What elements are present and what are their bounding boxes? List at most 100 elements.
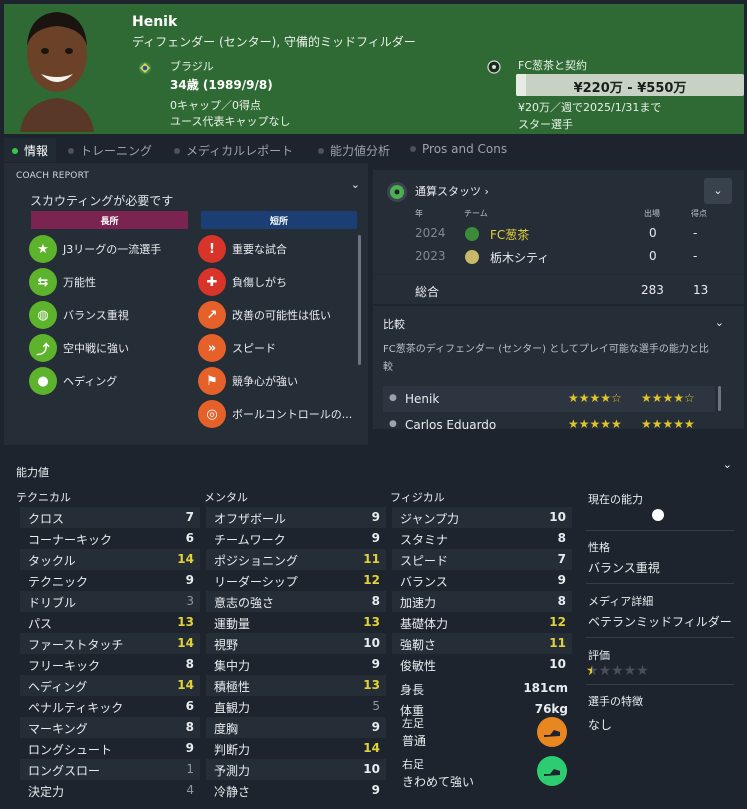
attribute-value: 9 (185, 741, 194, 755)
star-icon: ★ (29, 235, 57, 263)
attribute-row[interactable]: 決定力 4 (20, 780, 200, 801)
table-row[interactable]: 2024 FC葱茶 0 - (373, 223, 744, 245)
attribute-row[interactable]: パス 13 (20, 612, 200, 633)
attribute-row[interactable]: 度胸 9 (206, 717, 386, 738)
attribute-row[interactable]: タックル 14 (20, 549, 200, 570)
attribute-row[interactable]: 冷静さ 9 (206, 780, 386, 801)
attribute-row[interactable]: リーダーシップ 12 (206, 570, 386, 591)
attribute-row[interactable]: 加速力 8 (392, 591, 572, 612)
tab-attribute-analysis[interactable]: 能力値分析 (318, 138, 390, 162)
technical-header: テクニカル (16, 491, 71, 504)
attribute-value: 13 (363, 678, 380, 692)
attribute-value: 3 (186, 594, 194, 608)
tab-pros-and-cons[interactable]: Pros and Cons (410, 138, 507, 162)
personality-label: 性格 (588, 541, 610, 554)
attribute-row[interactable]: チームワーク 9 (206, 528, 386, 549)
player-nationality[interactable]: ブラジル (170, 58, 214, 74)
attribute-name: マーキング (28, 722, 88, 736)
player-position: ディフェンダー (センター), 守備的ミッドフィルダー (132, 35, 416, 49)
attribute-row[interactable]: ファーストタッチ 14 (20, 633, 200, 654)
attribute-row[interactable]: 意志の強さ 8 (206, 591, 386, 612)
attribute-row[interactable]: 視野 10 (206, 633, 386, 654)
media-label: メディア詳細 (588, 595, 654, 608)
scrollbar[interactable] (358, 235, 361, 365)
attribute-row[interactable]: 集中力 9 (206, 654, 386, 675)
star-rating: ★★★★★ (641, 417, 695, 429)
chevron-right-icon: › (484, 185, 489, 198)
scrollbar[interactable] (718, 386, 721, 411)
career-stats-panel: 通算スタッツ › ⌄ 年 チーム 出場 得点 2024 FC葱茶 0 - 202… (373, 170, 744, 304)
attribute-row[interactable]: 俊敏性 10 (392, 654, 572, 675)
comparison-title: 比較 (383, 318, 405, 331)
table-row[interactable]: 2023 栃木シティ 0 - (373, 246, 744, 268)
attribute-row[interactable]: 判断力 14 (206, 738, 386, 759)
traits-label: 選手の特徴 (588, 695, 643, 708)
attribute-name: 直観力 (214, 701, 251, 715)
contract-club[interactable]: FC葱茶と契約 (518, 57, 587, 73)
strengths-header: 長所 (31, 211, 188, 229)
attribute-value: 10 (363, 762, 380, 776)
star-rating: ★★★★★ (568, 417, 622, 429)
comparison-row[interactable]: ● Henik ★★★★☆ ★★★★☆ (383, 386, 715, 412)
attribute-row[interactable]: スピード 7 (392, 549, 572, 570)
attribute-value: 10 (549, 510, 566, 524)
attribute-row[interactable]: 予測力 10 (206, 759, 386, 780)
attribute-value: 8 (557, 594, 566, 608)
tab-training[interactable]: トレーニング (68, 138, 152, 162)
attribute-row[interactable]: ジャンプ力 10 (392, 507, 572, 528)
attribute-row[interactable]: 強靭さ 11 (392, 633, 572, 654)
football-icon (387, 182, 407, 202)
attribute-row[interactable]: 基礎体力 12 (392, 612, 572, 633)
attribute-row[interactable]: ドリブル 3 (20, 591, 200, 612)
attribute-value: 7 (185, 510, 194, 524)
attribute-row[interactable]: スタミナ 8 (392, 528, 572, 549)
attribute-row[interactable]: ロングシュート 9 (20, 738, 200, 759)
attribute-row[interactable]: コーナーキック 6 (20, 528, 200, 549)
career-stats-title[interactable]: 通算スタッツ › (415, 183, 489, 199)
attribute-value: 8 (371, 594, 380, 608)
chevron-down-icon[interactable]: ⌄ (351, 178, 360, 191)
chevron-down-icon[interactable]: ⌄ (704, 178, 732, 204)
international-caps: 0キャップ／0得点 (170, 99, 261, 112)
attribute-row[interactable]: ポジショニング 11 (206, 549, 386, 570)
attribute-row[interactable]: ヘディング 14 (20, 675, 200, 696)
attribute-name: 度胸 (214, 722, 239, 736)
attribute-row[interactable]: テクニック 9 (20, 570, 200, 591)
attribute-row[interactable]: クロス 7 (20, 507, 200, 528)
current-ability-label: 現在の能力 (588, 493, 643, 506)
attribute-row[interactable]: 直観力 5 (206, 696, 386, 717)
versatility-icon: ⇆ (29, 268, 57, 296)
attribute-value: 6 (185, 699, 194, 713)
media-value: ベテランミッドフィルダー (588, 615, 732, 629)
attribute-row[interactable]: ロングスロー 1 (20, 759, 200, 780)
attribute-row[interactable]: 運動量 13 (206, 612, 386, 633)
attribute-value: 9 (185, 573, 194, 587)
chevron-down-icon[interactable]: ⌄ (723, 458, 732, 471)
tab-indicator-icon (12, 148, 18, 154)
player-name: Henik (132, 14, 178, 30)
attribute-value: 8 (185, 657, 194, 671)
attribute-name: オフザボール (214, 512, 287, 526)
attribute-value: 13 (177, 615, 194, 629)
attribute-row[interactable]: オフザボール 9 (206, 507, 386, 528)
tab-info[interactable]: 情報 (4, 138, 56, 162)
attribute-name: ヘディング (28, 680, 88, 694)
height-row: 身長 181cm (400, 681, 568, 697)
attribute-row[interactable]: マーキング 8 (20, 717, 200, 738)
star-rating: ★★★★☆ (568, 391, 622, 405)
coach-report-label: COACH REPORT (16, 171, 90, 181)
attribute-value: 1 (186, 762, 194, 776)
tab-indicator-icon (410, 146, 416, 152)
attribute-row[interactable]: 積極性 13 (206, 675, 386, 696)
attribute-row[interactable]: フリーキック 8 (20, 654, 200, 675)
comparison-row[interactable]: ● Carlos Eduardo ★★★★★ ★★★★★ (383, 412, 715, 429)
squad-status: スター選手 (518, 118, 573, 131)
attribute-name: 判断力 (214, 743, 251, 757)
attribute-value: 11 (363, 552, 380, 566)
attribute-name: ロングシュート (28, 743, 113, 757)
tab-medical-report[interactable]: メディカルレポート (174, 138, 293, 162)
attribute-row[interactable]: ペナルティキック 6 (20, 696, 200, 717)
chevron-down-icon[interactable]: ⌄ (715, 316, 724, 329)
attribute-row[interactable]: バランス 9 (392, 570, 572, 591)
traits-value: なし (588, 718, 613, 732)
